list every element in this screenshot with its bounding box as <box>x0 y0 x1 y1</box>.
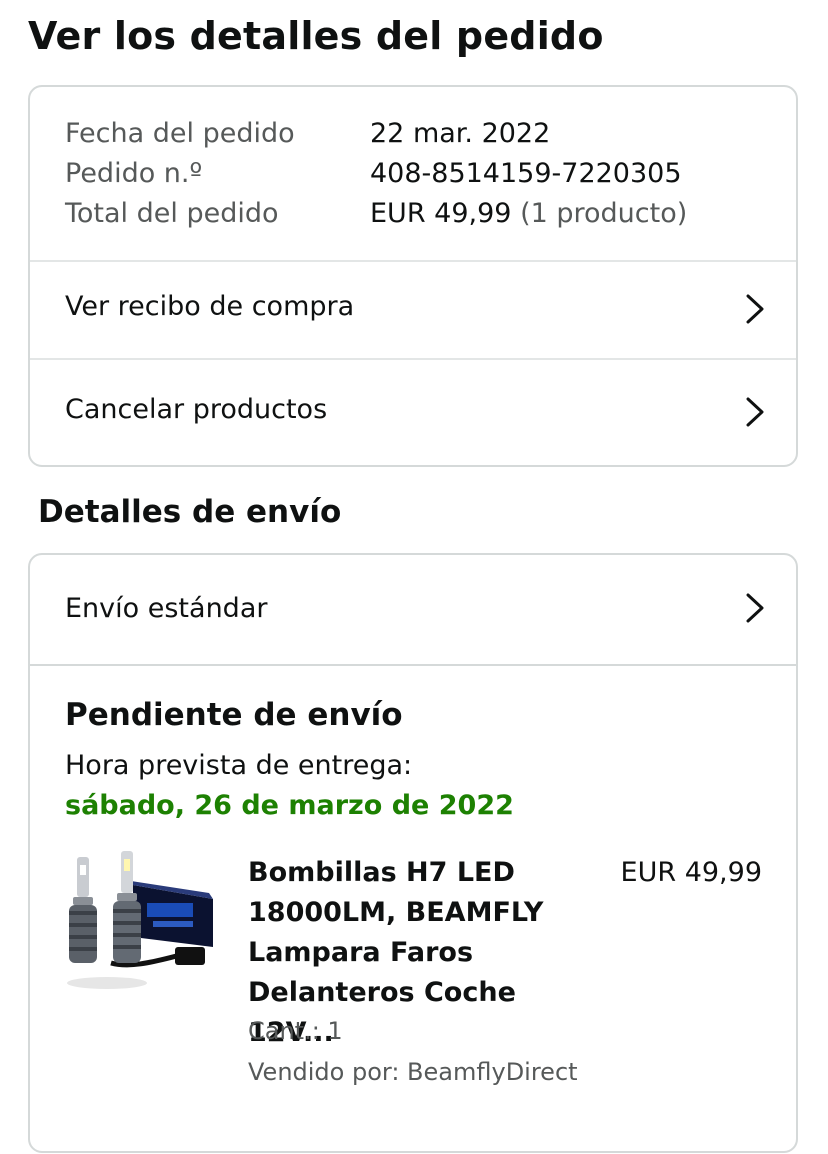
page-title: Ver los detalles del pedido <box>28 14 604 58</box>
order-date-label: Fecha del pedido <box>65 118 295 149</box>
chevron-right-icon <box>746 397 764 427</box>
product-seller: Vendido por: BeamflyDirect <box>248 1058 578 1086</box>
delivery-eta-date: sábado, 26 de marzo de 2022 <box>65 790 514 821</box>
order-summary-card: Fecha del pedido 22 mar. 2022 Pedido n.º 4… <box>28 85 798 467</box>
order-number-label: Pedido n.º <box>65 158 203 189</box>
cancel-products-row[interactable]: Cancelar productos <box>30 363 796 463</box>
shipping-card: Envío estándar Pendiente de envío Hora p… <box>28 553 798 1153</box>
order-date-row: Fecha del pedido 22 mar. 2022 <box>65 116 550 152</box>
order-total-row: Total del pedido EUR 49,99 (1 producto) <box>65 196 687 232</box>
order-date-value: 22 mar. 2022 <box>370 118 551 149</box>
view-receipt-label: Ver recibo de compra <box>65 291 355 322</box>
chevron-right-icon <box>746 294 764 324</box>
shipping-section-title: Detalles de envío <box>38 494 342 530</box>
product-image[interactable] <box>63 851 215 999</box>
chevron-right-icon <box>746 593 764 623</box>
product-price: EUR 49,99 <box>620 857 762 888</box>
order-total-value: EUR 49,99 <box>370 198 512 229</box>
product-quantity: Cant.: 1 <box>248 1017 343 1045</box>
order-number-value: 408-8514159-7220305 <box>370 158 682 189</box>
order-item-count: (1 producto) <box>520 198 688 229</box>
order-total-label: Total del pedido <box>65 198 279 229</box>
order-number-row: Pedido n.º 408-8514159-7220305 <box>65 156 682 192</box>
delivery-eta-label: Hora prevista de entrega: <box>65 750 413 781</box>
shipment-status: Pendiente de envío <box>65 697 403 733</box>
shipping-method-row[interactable]: Envío estándar <box>30 555 796 666</box>
shipping-method-label: Envío estándar <box>65 593 268 624</box>
cancel-products-label: Cancelar productos <box>65 394 328 425</box>
view-receipt-row[interactable]: Ver recibo de compra <box>30 260 796 360</box>
order-summary: Fecha del pedido 22 mar. 2022 Pedido n.º 4… <box>30 87 796 262</box>
